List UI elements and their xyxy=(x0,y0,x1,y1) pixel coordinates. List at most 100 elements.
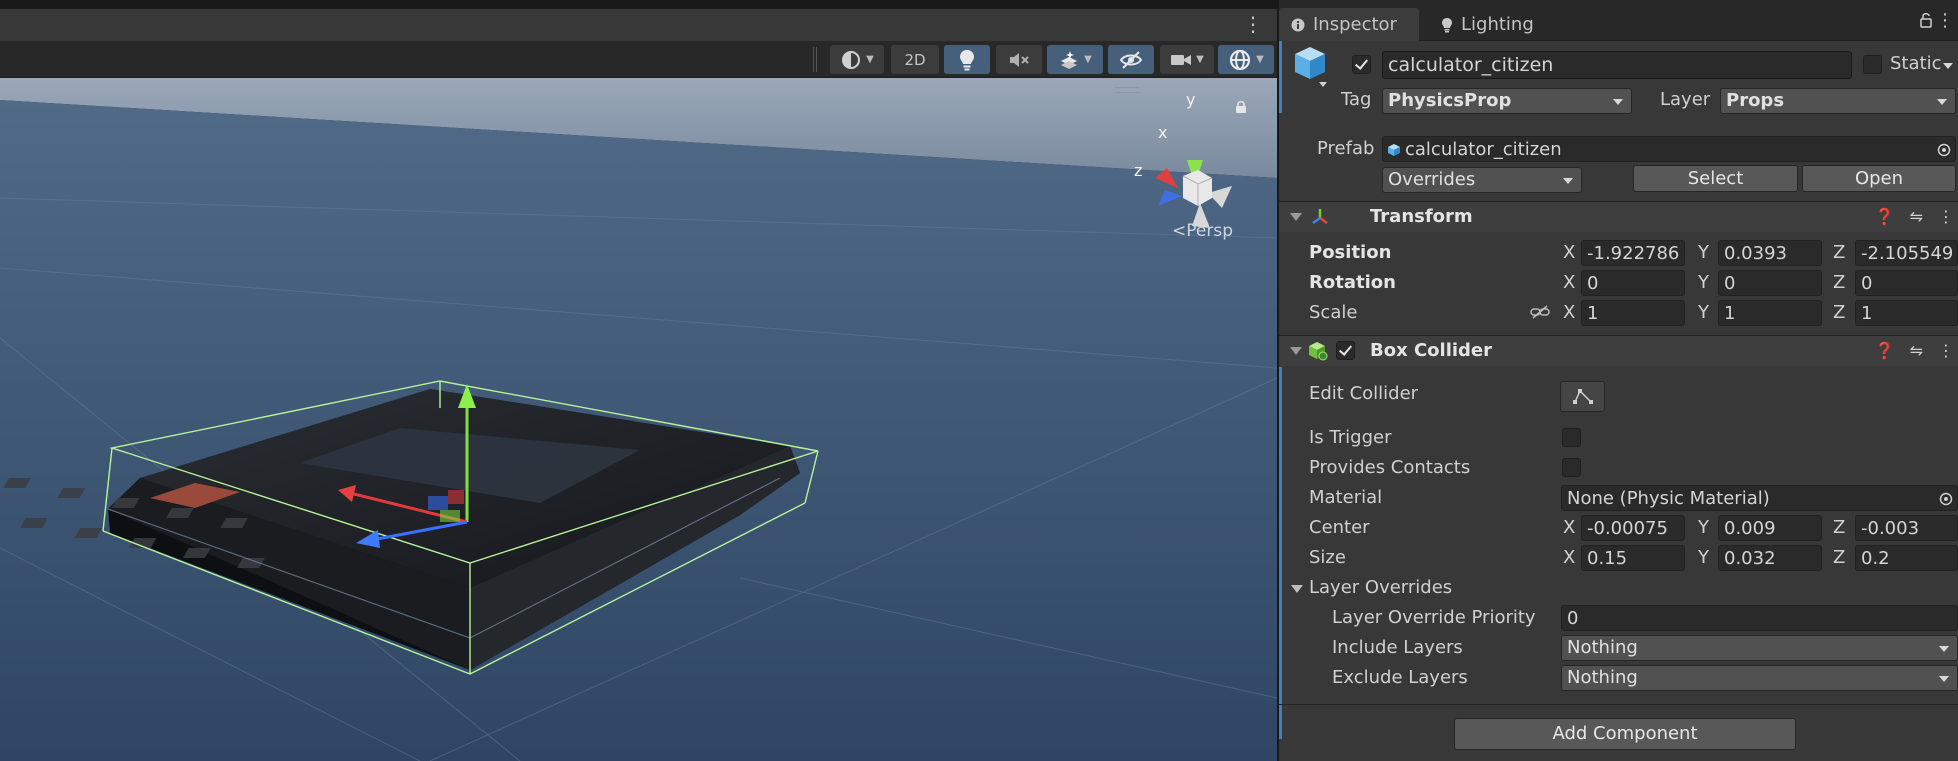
position-z-field[interactable]: -2.105549 xyxy=(1855,240,1958,266)
rotation-x-field[interactable]: 0 xyxy=(1581,270,1685,296)
scene-menu-button[interactable]: ⋮ xyxy=(1243,14,1263,34)
center-x-field[interactable]: -0.00075 xyxy=(1581,515,1685,541)
scene-view[interactable]: ⋮ ▼ 2D ▼ ▼ ▼ y x z <Persp xyxy=(0,0,1277,761)
scene-tab-bar: ⋮ xyxy=(0,9,1277,42)
axis-z-label: Z xyxy=(1833,272,1846,293)
transform-header[interactable]: Transform ❓ ⇋ ⋮ xyxy=(1279,202,1958,232)
prefab-select-button[interactable]: Select xyxy=(1633,165,1798,192)
lightbulb-icon xyxy=(960,49,974,70)
kebab-menu-icon[interactable]: ⋮ xyxy=(1938,341,1954,360)
include-layers-dropdown[interactable]: Nothing xyxy=(1561,635,1958,661)
toggle-2d-button[interactable]: 2D xyxy=(891,45,939,74)
tab-inspector[interactable]: Inspector xyxy=(1279,8,1419,41)
kebab-menu-icon[interactable]: ⋮ xyxy=(1938,207,1954,226)
draw-mode-button[interactable]: ▼ xyxy=(830,45,884,74)
toggle-2d-label: 2D xyxy=(904,50,926,69)
info-icon xyxy=(1291,18,1305,31)
transform-axes-icon xyxy=(1312,209,1328,225)
chevron-down-icon xyxy=(1939,676,1949,682)
material-field[interactable]: None (Physic Material) xyxy=(1561,485,1958,511)
axis-z-label: Z xyxy=(1833,547,1846,568)
center-y-field[interactable]: 0.009 xyxy=(1718,515,1822,541)
layer-dropdown[interactable]: Props xyxy=(1720,88,1956,114)
exclude-layers-label: Exclude Layers xyxy=(1332,667,1468,688)
scene-viewport[interactable]: y x z <Persp xyxy=(0,78,1277,761)
layer-override-priority-field[interactable]: 0 xyxy=(1561,605,1958,631)
chevron-down-icon[interactable] xyxy=(1319,82,1327,87)
rotation-label: Rotation xyxy=(1309,272,1396,293)
rotation-z-field[interactable]: 0 xyxy=(1855,270,1958,296)
static-checkbox[interactable] xyxy=(1863,55,1882,74)
axis-y-label: Y xyxy=(1698,547,1709,568)
is-trigger-checkbox[interactable] xyxy=(1562,428,1581,447)
include-layers-value: Nothing xyxy=(1567,637,1638,658)
effects-layers-icon xyxy=(1061,50,1078,69)
scene-gizmos-button[interactable]: ▼ xyxy=(1218,45,1274,74)
scene-visibility-toggle[interactable] xyxy=(1108,45,1154,74)
size-z-field[interactable]: 0.2 xyxy=(1855,545,1958,571)
layer-override-priority-label: Layer Override Priority xyxy=(1332,607,1536,628)
prefab-field[interactable]: calculator_citizen xyxy=(1382,136,1956,162)
position-y-field[interactable]: 0.0393 xyxy=(1718,240,1822,266)
scene-3d-render[interactable] xyxy=(0,78,1277,761)
provides-contacts-checkbox[interactable] xyxy=(1562,458,1581,477)
lock-icon[interactable] xyxy=(1920,12,1932,28)
chevron-down-icon: ▼ xyxy=(1196,54,1204,65)
scene-lighting-toggle[interactable] xyxy=(944,45,990,74)
divider xyxy=(1279,704,1958,705)
object-picker-icon[interactable] xyxy=(1937,143,1951,157)
object-picker-icon[interactable] xyxy=(1939,492,1953,506)
size-y-field[interactable]: 0.032 xyxy=(1718,545,1822,571)
help-icon[interactable]: ❓ xyxy=(1875,341,1895,360)
audio-mute-icon xyxy=(1010,52,1029,67)
help-icon[interactable]: ❓ xyxy=(1875,207,1895,226)
scale-y-field[interactable]: 1 xyxy=(1718,300,1822,326)
chevron-down-icon[interactable] xyxy=(1943,63,1953,69)
edit-collider-button[interactable] xyxy=(1560,381,1605,412)
foldout-arrow-icon[interactable] xyxy=(1290,213,1302,221)
tag-dropdown[interactable]: PhysicsProp xyxy=(1382,88,1632,114)
toolbar-grip[interactable] xyxy=(813,47,817,72)
tab-lighting[interactable]: Lighting xyxy=(1429,8,1559,41)
size-x-field[interactable]: 0.15 xyxy=(1581,545,1685,571)
center-z-field[interactable]: -0.003 xyxy=(1855,515,1958,541)
constrain-proportions-icon[interactable] xyxy=(1530,304,1550,320)
tag-value: PhysicsProp xyxy=(1388,90,1512,111)
overrides-dropdown[interactable]: Overrides xyxy=(1382,167,1582,193)
scene-camera-button[interactable]: ▼ xyxy=(1160,45,1214,74)
axis-z-label: Z xyxy=(1833,242,1846,263)
prefab-open-button[interactable]: Open xyxy=(1802,165,1956,192)
foldout-arrow-icon[interactable] xyxy=(1290,347,1302,355)
position-x-field[interactable]: -1.922786 xyxy=(1581,240,1685,266)
add-component-button[interactable]: Add Component xyxy=(1454,718,1796,750)
rotation-y-field[interactable]: 0 xyxy=(1718,270,1822,296)
preset-sliders-icon[interactable]: ⇋ xyxy=(1910,207,1923,226)
axis-y-label: Y xyxy=(1698,272,1709,293)
foldout-arrow-icon[interactable] xyxy=(1291,585,1303,593)
box-collider-header[interactable]: Box Collider ❓ ⇋ ⋮ xyxy=(1279,336,1958,366)
active-checkbox[interactable] xyxy=(1352,55,1371,74)
box-collider-header-icons: ❓ ⇋ ⋮ xyxy=(1875,341,1954,360)
inspector-panel: Inspector Lighting ⋮ calculator_citizen xyxy=(1277,0,1958,761)
lock-icon[interactable] xyxy=(1235,100,1247,114)
object-name-field[interactable]: calculator_citizen xyxy=(1382,51,1852,79)
scene-top-strip xyxy=(0,0,1277,9)
inspector-tab-bar: Inspector Lighting ⋮ xyxy=(1279,0,1958,41)
projection-toggle[interactable]: <Persp xyxy=(1172,221,1233,241)
box-collider-enabled-checkbox[interactable] xyxy=(1336,341,1355,360)
scene-effects-toggle[interactable]: ▼ xyxy=(1047,45,1103,74)
axis-x-label: X xyxy=(1563,242,1576,263)
scale-x-field[interactable]: 1 xyxy=(1581,300,1685,326)
prefab-label: Prefab xyxy=(1317,138,1375,159)
axis-z-label: Z xyxy=(1833,302,1846,323)
gizmo-drag-handle[interactable] xyxy=(1115,87,1139,93)
material-value: None (Physic Material) xyxy=(1567,488,1770,509)
scale-z-field[interactable]: 1 xyxy=(1855,300,1958,326)
chevron-down-icon: ▼ xyxy=(1084,54,1092,65)
inspector-menu-button[interactable]: ⋮ xyxy=(1936,10,1954,31)
layer-overrides-foldout[interactable]: Layer Overrides xyxy=(1309,577,1452,598)
preset-sliders-icon[interactable]: ⇋ xyxy=(1910,341,1923,360)
scene-audio-toggle[interactable] xyxy=(996,45,1042,74)
exclude-layers-dropdown[interactable]: Nothing xyxy=(1561,665,1958,691)
projection-label: Persp xyxy=(1186,221,1233,241)
